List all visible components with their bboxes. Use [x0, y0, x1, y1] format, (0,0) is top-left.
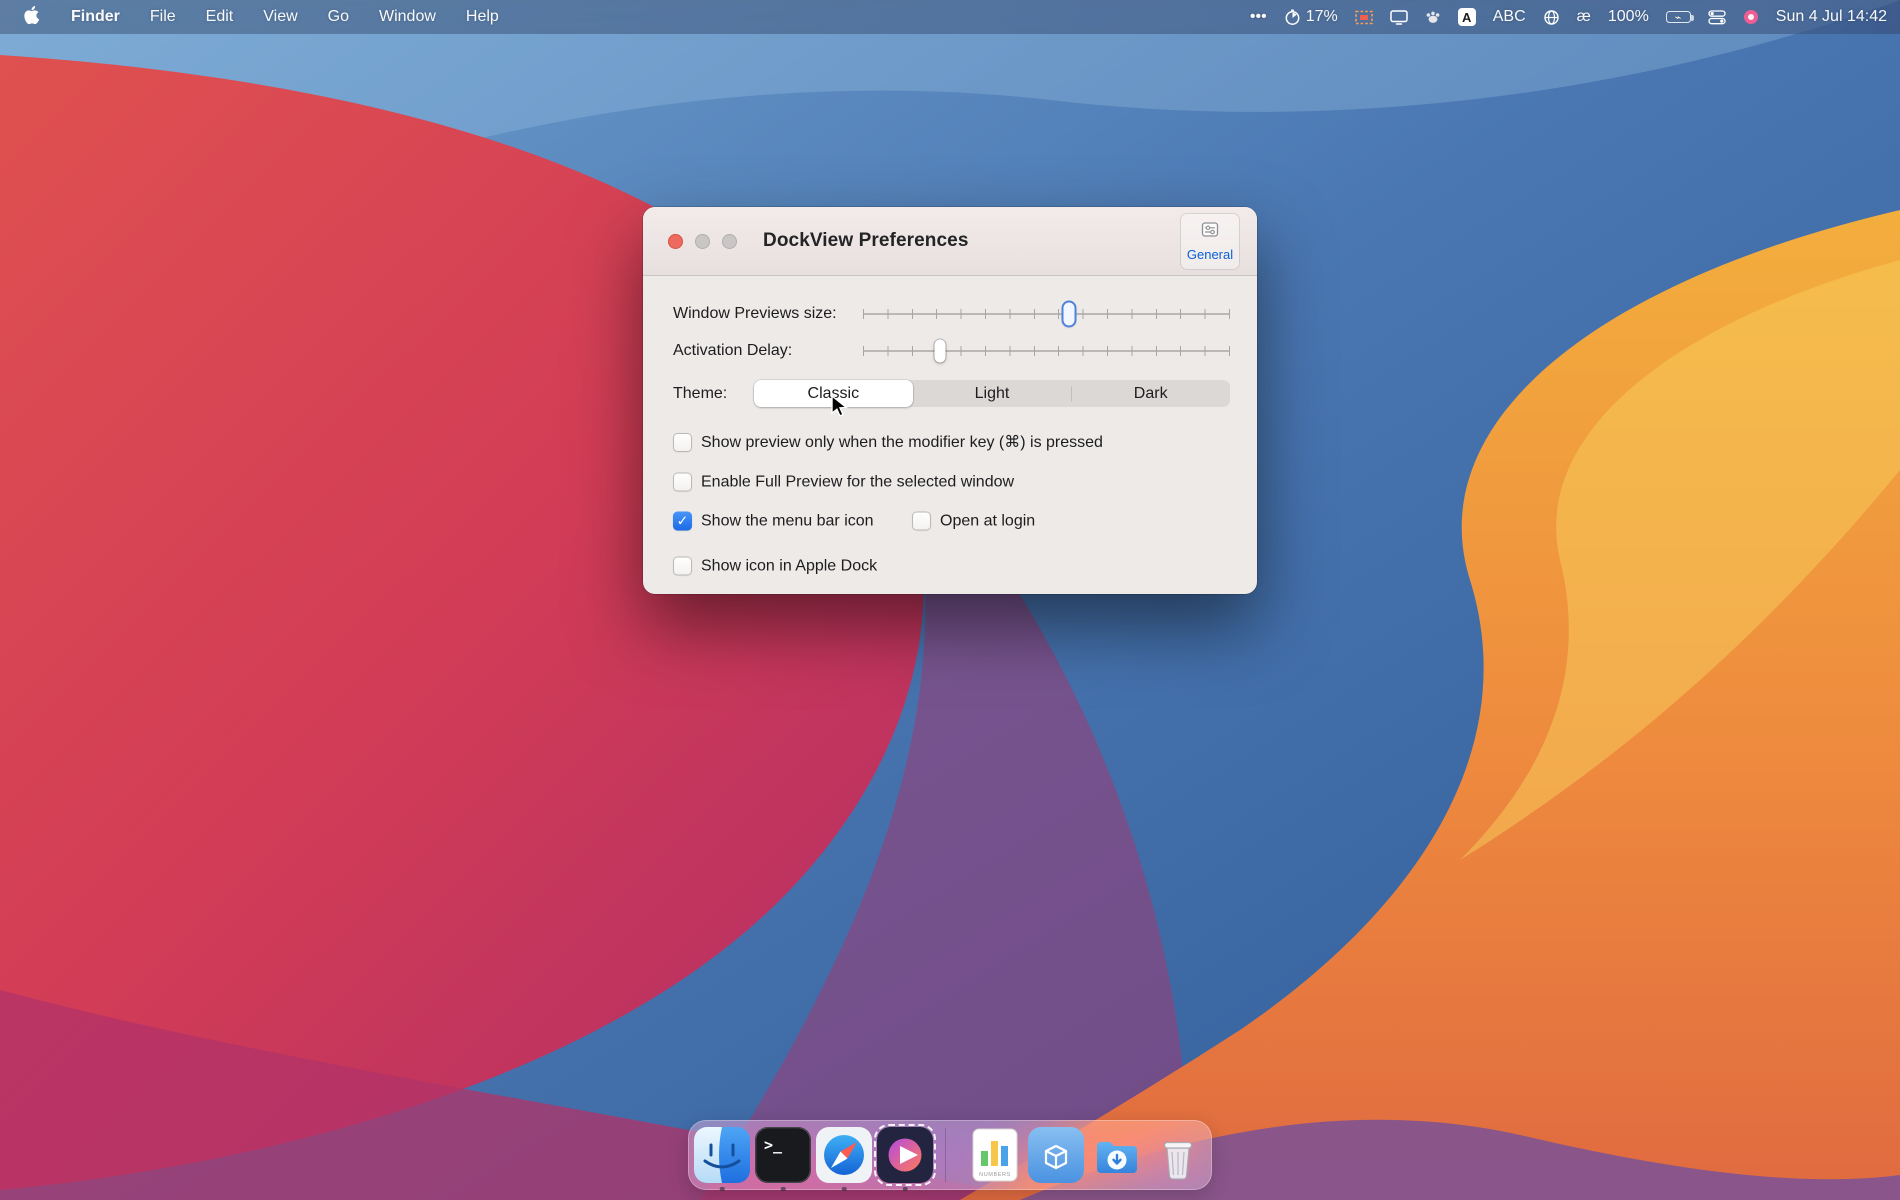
screen-capture-icon — [1355, 10, 1373, 25]
dock: >_ — [688, 1120, 1212, 1190]
display-mirroring-status-item[interactable] — [1390, 10, 1408, 25]
wallpaper-image — [0, 0, 1900, 1200]
checkbox-row-open-at-login: Open at login — [912, 512, 1035, 531]
toolbar-tab-general[interactable]: General — [1180, 213, 1240, 270]
activation-delay-label: Activation Delay: — [673, 342, 792, 360]
theme-label: Theme: — [673, 385, 727, 403]
globe-status-item[interactable] — [1543, 9, 1560, 26]
ae-ligature-status-item[interactable]: æ — [1577, 8, 1591, 26]
timer-percentage: 17% — [1306, 8, 1338, 26]
activation-delay-slider[interactable] — [863, 339, 1230, 363]
window-titlebar: DockView Preferences General — [643, 207, 1257, 276]
general-pane-icon — [1200, 221, 1220, 244]
menu-bar-clock[interactable]: Sun 4 Jul 14:42 — [1776, 8, 1887, 26]
svg-text:>_: >_ — [764, 1136, 783, 1154]
battery-percentage: 100% — [1608, 8, 1649, 26]
terminal-icon: >_ — [755, 1127, 811, 1183]
battery-charging-icon[interactable]: ⌁ — [1666, 11, 1691, 23]
overflow-ellipsis-menu[interactable]: ••• — [1250, 8, 1267, 26]
minimize-button[interactable] — [695, 234, 710, 249]
checkbox-row-modifier-key: Show preview only when the modifier key … — [673, 432, 1103, 452]
paw-icon — [1425, 9, 1441, 25]
menu-item-help[interactable]: Help — [451, 8, 514, 26]
apple-dock-icon-checkbox-label: Show icon in Apple Dock — [701, 557, 877, 575]
menu-item-file[interactable]: File — [135, 8, 191, 26]
checkbox-row-menu-bar-icon: Show the menu bar icon — [673, 512, 874, 531]
toggle-switches-icon — [1708, 10, 1726, 25]
modifier-key-checkbox-label: Show preview only when the modifier key … — [701, 432, 1103, 452]
trash-icon — [1150, 1127, 1206, 1183]
menu-bar-status-area: ••• 17% A ABC æ 100% ⌁ Sun 4 Jul 14:42 — [1250, 0, 1900, 34]
checkbox-row-full-preview: Enable Full Preview for the selected win… — [673, 473, 1014, 492]
theme-segmented-control: Classic Light Dark — [754, 380, 1230, 407]
dock-item-finder[interactable] — [694, 1127, 750, 1183]
apple-logo-icon — [24, 6, 39, 29]
menu-bar-icon-checkbox[interactable] — [673, 512, 692, 531]
checkbox-row-apple-dock-icon: Show icon in Apple Dock — [673, 557, 877, 576]
running-indicator-dot — [781, 1187, 786, 1192]
open-at-login-checkbox[interactable] — [912, 512, 931, 531]
apple-dock-icon-checkbox[interactable] — [673, 557, 692, 576]
general-pane-label: General — [1187, 247, 1233, 262]
dock-item-media-app[interactable] — [877, 1127, 933, 1183]
full-preview-checkbox[interactable] — [673, 473, 692, 492]
timer-status-item[interactable]: 17% — [1284, 8, 1338, 26]
previews-size-slider-thumb[interactable] — [1063, 303, 1074, 326]
dock-item-terminal[interactable]: >_ — [755, 1127, 811, 1183]
downloads-folder-icon — [1089, 1127, 1145, 1183]
safari-icon — [816, 1127, 872, 1183]
menu-item-go[interactable]: Go — [313, 8, 364, 26]
paw-utility-status-item[interactable] — [1425, 9, 1441, 25]
timer-icon — [1284, 9, 1301, 26]
pink-app-status-item[interactable] — [1743, 9, 1759, 25]
running-indicator-dot — [903, 1187, 908, 1192]
previews-size-label: Window Previews size: — [673, 305, 837, 323]
traffic-lights — [668, 234, 737, 249]
abc-input-status-item[interactable]: ABC — [1493, 8, 1526, 26]
blue-box-app-icon — [1028, 1127, 1084, 1183]
menu-bar: Finder File Edit View Go Window Help •••… — [0, 0, 1900, 34]
finder-icon — [694, 1127, 750, 1183]
running-indicator-dot — [842, 1187, 847, 1192]
display-icon — [1390, 10, 1408, 25]
zoom-button[interactable] — [722, 234, 737, 249]
globe-icon — [1543, 9, 1560, 26]
dock-item-trash[interactable] — [1150, 1127, 1206, 1183]
dock-item-numbers-document[interactable]: NUMBERS — [967, 1127, 1023, 1183]
apple-menu[interactable] — [0, 0, 56, 34]
open-at-login-checkbox-label: Open at login — [940, 512, 1035, 530]
menu-item-edit[interactable]: Edit — [191, 8, 249, 26]
menu-item-view[interactable]: View — [248, 8, 312, 26]
menu-item-window[interactable]: Window — [364, 8, 451, 26]
slider-tick-marks — [863, 346, 1230, 356]
previews-size-slider[interactable] — [863, 302, 1230, 326]
running-indicator-dot — [720, 1187, 725, 1192]
media-app-icon — [877, 1127, 933, 1183]
mouse-cursor — [831, 395, 850, 424]
desktop: { "menu_bar": { "app_name": "Finder", "i… — [0, 0, 1900, 1200]
pink-app-icon — [1743, 9, 1759, 25]
dock-item-blue-box-app[interactable] — [1028, 1127, 1084, 1183]
input-source-icon[interactable]: A — [1458, 8, 1476, 26]
dock-item-downloads[interactable] — [1089, 1127, 1145, 1183]
dock-separator — [945, 1128, 946, 1182]
numbers-document-icon: NUMBERS — [967, 1127, 1023, 1183]
close-button[interactable] — [668, 234, 683, 249]
svg-text:NUMBERS: NUMBERS — [979, 1172, 1011, 1178]
dock-item-safari[interactable] — [816, 1127, 872, 1183]
screen-capture-status-item[interactable] — [1355, 10, 1373, 25]
modifier-key-checkbox[interactable] — [673, 433, 692, 452]
menu-bar-icon-checkbox-label: Show the menu bar icon — [701, 512, 874, 530]
slider-tick-marks — [863, 309, 1230, 319]
menu-bar-left: Finder File Edit View Go Window Help — [0, 0, 514, 34]
toggles-status-item[interactable] — [1708, 10, 1726, 25]
theme-option-dark[interactable]: Dark — [1071, 380, 1230, 407]
preferences-window: DockView Preferences General Window Prev… — [643, 207, 1257, 594]
menu-item-finder[interactable]: Finder — [56, 8, 135, 26]
window-title: DockView Preferences — [763, 230, 969, 252]
theme-option-light[interactable]: Light — [913, 380, 1072, 407]
full-preview-checkbox-label: Enable Full Preview for the selected win… — [701, 473, 1014, 491]
activation-delay-slider-thumb[interactable] — [935, 340, 946, 363]
